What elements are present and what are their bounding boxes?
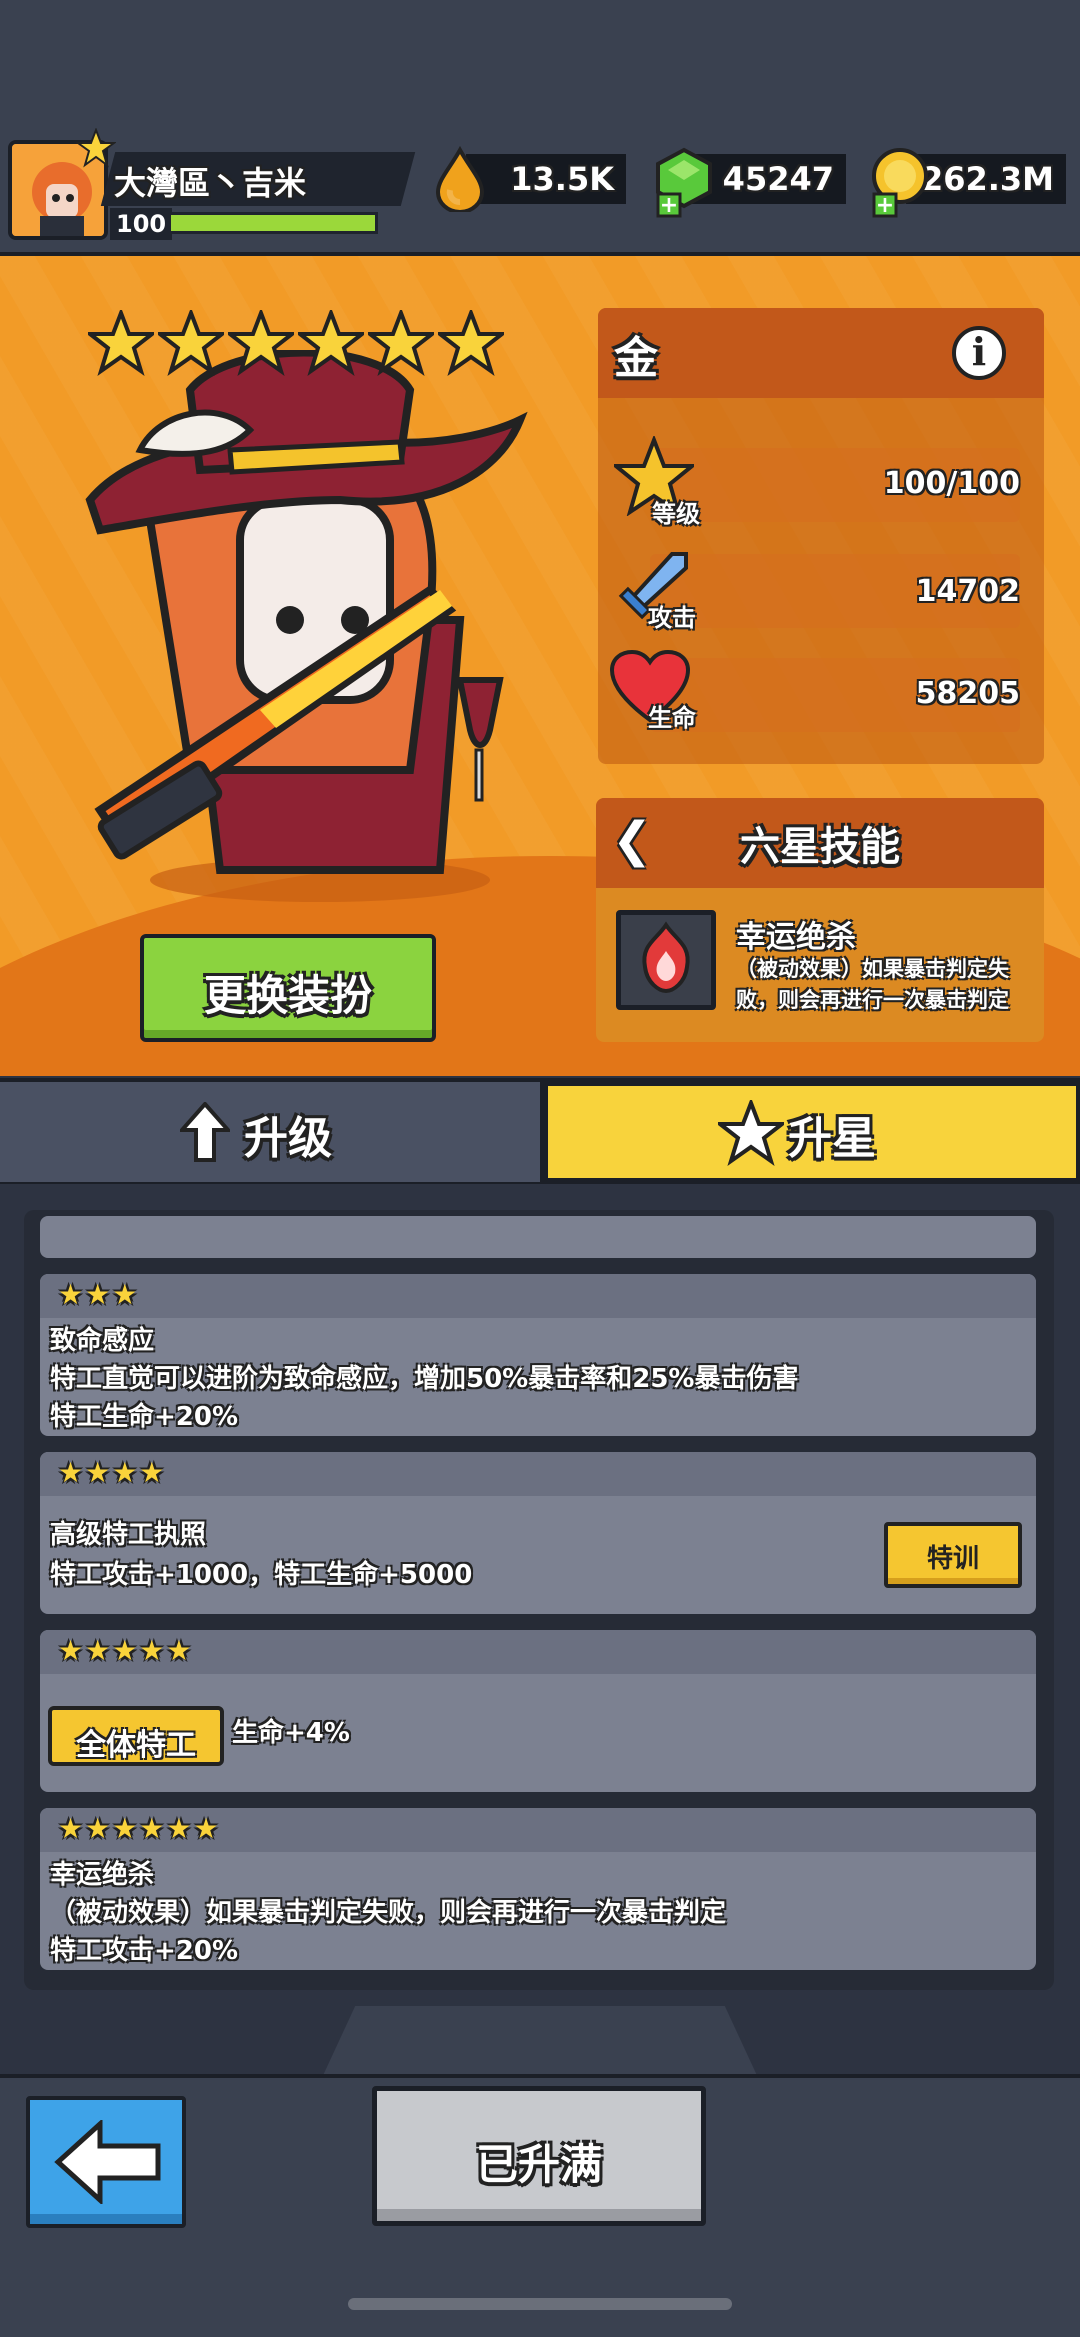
train-label: 特训 <box>926 1544 979 1574</box>
hero-star-icon <box>438 310 504 376</box>
elixir-counter[interactable]: 13.5K <box>466 154 626 204</box>
rank-star-icon <box>76 128 116 168</box>
star-rating-5: ★★★★★ <box>58 1634 194 1667</box>
home-indicator[interactable] <box>348 2298 732 2310</box>
list-item-desc: （被动效果）如果暴击判定失败，则会再进行一次暴击判定 <box>50 1898 727 1928</box>
tab-star-up[interactable]: 升星 <box>544 1082 1080 1182</box>
train-button[interactable]: 特训 <box>884 1522 1022 1588</box>
all-agents-label: 全体特工 <box>76 1728 196 1763</box>
list-item-title: 致命感应 <box>50 1326 155 1356</box>
xp-bar-fill <box>171 215 375 231</box>
all-agents-badge: 全体特工 <box>48 1706 224 1766</box>
gem-plus-icon[interactable]: + <box>652 146 716 220</box>
hero-character[interactable] <box>80 350 540 910</box>
change-skin-label: 更换装扮 <box>203 971 372 1020</box>
info-icon[interactable]: i <box>952 326 1006 380</box>
attack-label: 攻击 <box>648 604 696 632</box>
skill-name: 幸运绝杀 <box>736 920 856 955</box>
star-icon <box>718 1100 784 1166</box>
player-level: 100 <box>110 208 173 240</box>
list-item-bonus: 特工生命+20% <box>50 1402 239 1432</box>
footer-notch <box>320 2006 760 2082</box>
skill-panel-title: 六星技能 <box>740 824 900 870</box>
elixir-drop-icon <box>435 146 485 212</box>
xp-bar <box>168 212 378 234</box>
tab-upgrade[interactable]: 升级 <box>0 1082 540 1182</box>
hero-star-icon <box>298 310 364 376</box>
hero-star-icon <box>368 310 434 376</box>
star-rating-4: ★★★★ <box>58 1456 167 1489</box>
status-area <box>0 0 1080 128</box>
player-name: 大灣區丶吉米 <box>114 164 307 202</box>
star-rating-3: ★★★ <box>58 1278 140 1311</box>
svg-text:+: + <box>660 193 678 218</box>
maxed-button[interactable]: 已升满 <box>372 2086 706 2226</box>
list-item-3-star: ★★★ 致命感应 特工直觉可以进阶为致命感应，增加50%暴击率和25%暴击伤害 … <box>40 1274 1036 1436</box>
skill-description: （被动效果）如果暴击判定失败，则会再进行一次暴击判定 <box>736 957 1009 1012</box>
hp-value: 58205 <box>915 676 1020 711</box>
tab-star-up-label: 升星 <box>788 1113 876 1164</box>
skill-icon[interactable] <box>616 910 716 1010</box>
hero-star-icon <box>228 310 294 376</box>
svg-text:+: + <box>876 193 894 218</box>
change-skin-button[interactable]: 更换装扮 <box>140 934 436 1042</box>
hero-star-icon <box>88 310 154 376</box>
list-item-cut <box>40 1216 1036 1258</box>
list-item-title: 幸运绝杀 <box>50 1860 155 1890</box>
elixir-value: 13.5K <box>510 160 614 198</box>
tab-upgrade-label: 升级 <box>244 1113 332 1164</box>
list-item-desc: 特工直觉可以进阶为致命感应，增加50%暴击率和25%暴击伤害 <box>50 1364 799 1394</box>
list-item-6-star: ★★★★★★ 幸运绝杀 （被动效果）如果暴击判定失败，则会再进行一次暴击判定 特… <box>40 1808 1036 1970</box>
coins-value: 262.3M <box>920 160 1054 198</box>
star-rating-6: ★★★★★★ <box>58 1812 221 1845</box>
coin-plus-icon[interactable]: + <box>868 146 932 220</box>
footer-divider <box>0 2074 1080 2078</box>
rarity-title: 金 <box>614 333 658 384</box>
maxed-label: 已升满 <box>475 2140 602 2189</box>
back-button[interactable] <box>26 2096 186 2228</box>
attack-value: 14702 <box>915 574 1020 609</box>
arrow-up-icon <box>180 1102 230 1162</box>
level-label: 等级 <box>652 500 700 528</box>
list-item-title: 高级特工执照 <box>50 1520 207 1550</box>
hero-star-icon <box>158 310 224 376</box>
list-item-bonus: 特工攻击+1000，特工生命+5000 <box>50 1560 473 1590</box>
list-item-bonus: 特工攻击+20% <box>50 1936 239 1966</box>
gems-value: 45247 <box>722 160 834 198</box>
arrow-left-icon <box>54 2120 161 2204</box>
level-value: 100/100 <box>883 466 1020 501</box>
list-item-bonus: 生命+4% <box>232 1718 350 1748</box>
hp-label: 生命 <box>648 704 696 732</box>
